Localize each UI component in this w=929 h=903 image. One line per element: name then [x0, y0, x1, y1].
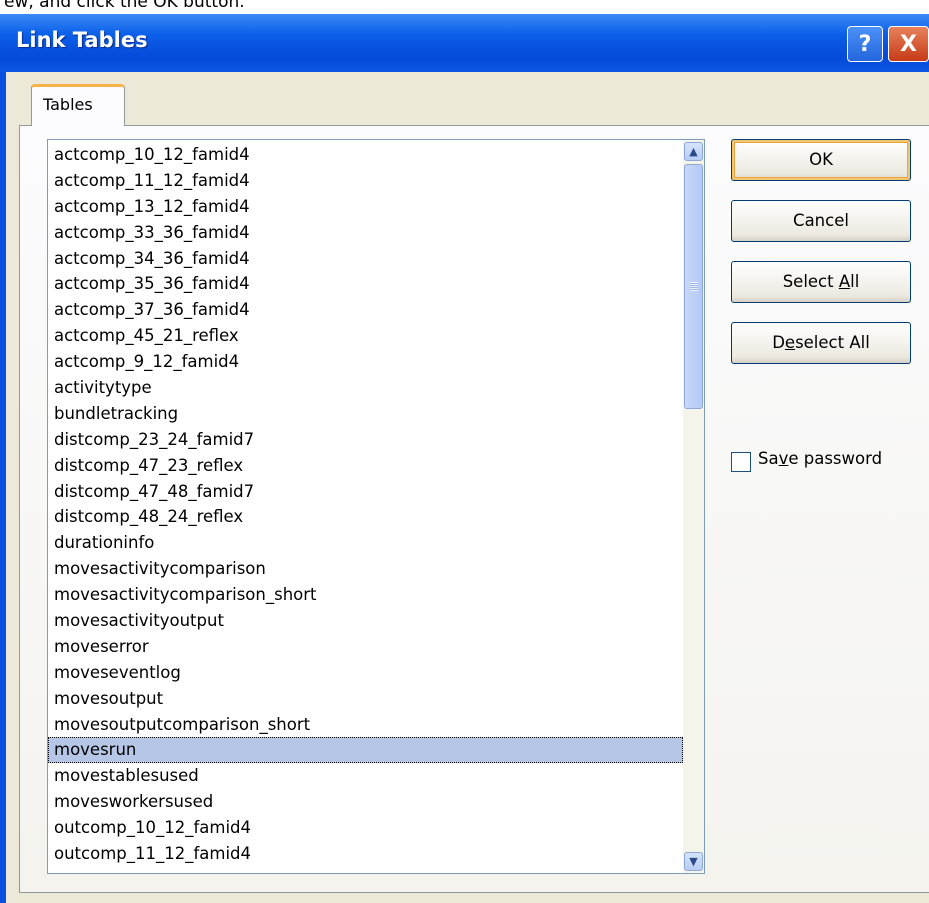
- list-item[interactable]: actcomp_37_36_famid4: [48, 297, 683, 323]
- close-icon: X: [900, 32, 917, 57]
- list-item[interactable]: movesworkersused: [48, 789, 683, 815]
- list-item[interactable]: durationinfo: [48, 530, 683, 556]
- select-all-button[interactable]: Select All: [731, 261, 911, 303]
- chevron-down-icon: ▼: [689, 855, 698, 868]
- deselect-all-label-post: select All: [795, 333, 870, 352]
- tab-tables[interactable]: Tables: [31, 84, 125, 126]
- list-item[interactable]: actcomp_33_36_famid4: [48, 220, 683, 246]
- save-password-label-pre: Sa: [758, 449, 779, 468]
- scroll-down-button[interactable]: ▼: [684, 852, 703, 871]
- list-item[interactable]: actcomp_13_12_famid4: [48, 194, 683, 220]
- close-button[interactable]: X: [888, 26, 929, 62]
- dialog-body: Tables actcomp_10_12_famid4 actcomp_11_12…: [6, 72, 929, 903]
- list-item[interactable]: distcomp_47_48_famid7: [48, 479, 683, 505]
- list-item[interactable]: moveserror: [48, 634, 683, 660]
- list-item[interactable]: movesactivitycomparison_short: [48, 582, 683, 608]
- tab-panel: actcomp_10_12_famid4 actcomp_11_12_famid4…: [19, 125, 929, 893]
- list-item[interactable]: actcomp_10_12_famid4: [48, 142, 683, 168]
- select-all-label-post: ll: [850, 272, 860, 291]
- background-text-strip: ew, and click the OK button.: [0, 0, 929, 14]
- question-icon: ?: [858, 32, 872, 57]
- deselect-all-button[interactable]: Deselect All: [731, 322, 911, 364]
- list-item[interactable]: movestablesused: [48, 763, 683, 789]
- list-item[interactable]: movesrun: [48, 737, 683, 764]
- list-item[interactable]: bundletracking: [48, 401, 683, 427]
- help-button[interactable]: ?: [847, 26, 883, 62]
- vertical-scrollbar[interactable]: ▲ ▼: [683, 140, 704, 873]
- link-tables-dialog: Link Tables ? X Tables actcomp_10_12_fam…: [0, 14, 929, 903]
- list-item[interactable]: actcomp_34_36_famid4: [48, 246, 683, 272]
- title-bar[interactable]: Link Tables ? X: [0, 14, 929, 72]
- select-all-label-pre: Select: [782, 272, 839, 291]
- chevron-up-icon: ▲: [689, 145, 698, 158]
- dialog-title: Link Tables: [16, 28, 148, 52]
- list-item[interactable]: movesoutput: [48, 686, 683, 712]
- scroll-up-button[interactable]: ▲: [684, 142, 703, 161]
- list-item[interactable]: outcomp_10_12_famid4: [48, 815, 683, 841]
- list-item[interactable]: movesoutputcomparison_short: [48, 712, 683, 738]
- list-item[interactable]: movesactivitycomparison: [48, 556, 683, 582]
- list-item[interactable]: moveseventlog: [48, 660, 683, 686]
- scroll-thumb[interactable]: [684, 164, 703, 409]
- grip-icon: [690, 282, 698, 291]
- deselect-all-label-accel: e: [784, 333, 796, 352]
- list-item[interactable]: distcomp_23_24_famid7: [48, 427, 683, 453]
- tab-label: Tables: [43, 95, 93, 114]
- cancel-button-label: Cancel: [793, 211, 849, 230]
- ok-button[interactable]: OK: [731, 139, 911, 181]
- list-item[interactable]: actcomp_11_12_famid4: [48, 168, 683, 194]
- list-item[interactable]: actcomp_45_21_reflex: [48, 323, 683, 349]
- list-item[interactable]: movesactivityoutput: [48, 608, 683, 634]
- save-password-label-post: e password: [788, 449, 883, 468]
- select-all-label-accel: A: [838, 272, 851, 291]
- list-items: actcomp_10_12_famid4 actcomp_11_12_famid4…: [48, 142, 683, 867]
- list-item[interactable]: distcomp_48_24_reflex: [48, 504, 683, 530]
- ok-button-label: OK: [809, 150, 833, 169]
- cancel-button[interactable]: Cancel: [731, 200, 911, 242]
- list-item[interactable]: actcomp_9_12_famid4: [48, 349, 683, 375]
- list-item[interactable]: distcomp_47_23_reflex: [48, 453, 683, 479]
- save-password-label[interactable]: Save password: [758, 449, 882, 468]
- list-item[interactable]: actcomp_35_36_famid4: [48, 271, 683, 297]
- deselect-all-label-pre: D: [772, 333, 785, 352]
- save-password-checkbox[interactable]: [731, 452, 751, 472]
- list-item[interactable]: activitytype: [48, 375, 683, 401]
- background-instruction-text: ew, and click the OK button.: [4, 0, 245, 12]
- list-item[interactable]: outcomp_11_12_famid4: [48, 841, 683, 867]
- save-password-label-accel: v: [778, 449, 789, 468]
- tables-listbox[interactable]: actcomp_10_12_famid4 actcomp_11_12_famid4…: [47, 139, 705, 874]
